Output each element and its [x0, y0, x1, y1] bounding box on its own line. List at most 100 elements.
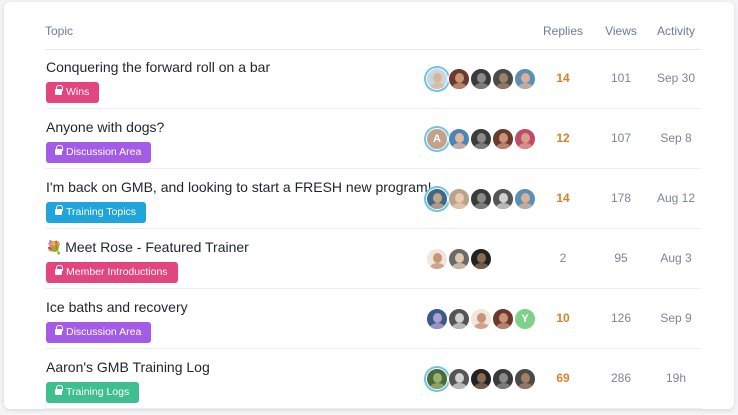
- topic-title[interactable]: Ice baths and recovery: [46, 299, 188, 315]
- avatar[interactable]: [492, 68, 514, 90]
- avatar-shoulders: [474, 203, 489, 209]
- avatar[interactable]: [426, 248, 448, 270]
- avatar-shoulders: [452, 263, 467, 269]
- avatar-shoulders: [518, 143, 533, 149]
- avatar[interactable]: [448, 188, 470, 210]
- activity-time[interactable]: Aug 3: [646, 251, 706, 265]
- avatar[interactable]: [448, 128, 470, 150]
- category-badge[interactable]: Discussion Area: [46, 142, 152, 163]
- avatar[interactable]: [492, 188, 514, 210]
- activity-time[interactable]: Sep 30: [646, 71, 706, 85]
- avatar[interactable]: [426, 68, 448, 90]
- avatar-face: [477, 73, 486, 83]
- category-badge[interactable]: Member Introductions: [46, 262, 178, 283]
- avatar-shoulders: [452, 383, 467, 389]
- avatar[interactable]: A: [426, 128, 448, 150]
- avatar-shoulders: [496, 203, 511, 209]
- topic-title[interactable]: 💐 Meet Rose - Featured Trainer: [46, 239, 249, 256]
- replies-count: 69: [556, 371, 570, 385]
- replies-count: 14: [556, 191, 570, 205]
- avatar-face: [499, 193, 508, 203]
- views-count: 107: [610, 131, 632, 145]
- avatar[interactable]: [514, 128, 536, 150]
- avatar-shoulders: [430, 263, 445, 269]
- avatar-face: [477, 253, 486, 263]
- topic-row[interactable]: 💐 Meet Rose - Featured Trainer Member Intr…: [45, 229, 701, 289]
- avatar[interactable]: [426, 308, 448, 330]
- avatar[interactable]: [470, 308, 492, 330]
- avatar-face: [521, 373, 530, 383]
- avatar-shoulders: [474, 143, 489, 149]
- topic-row[interactable]: Anyone with dogs? Discussion Area A 12 107 Se…: [45, 109, 701, 169]
- avatar[interactable]: [426, 368, 448, 390]
- avatar-shoulders: [518, 203, 533, 209]
- activity-time[interactable]: Aug 12: [646, 191, 706, 205]
- avatar[interactable]: [448, 368, 470, 390]
- topic-row[interactable]: Conquering the forward roll on a bar Wins…: [45, 49, 701, 109]
- avatar-shoulders: [452, 83, 467, 89]
- avatar-face: [477, 193, 486, 203]
- avatar-face: [499, 73, 508, 83]
- avatar[interactable]: [492, 128, 514, 150]
- avatar-face: [433, 253, 442, 263]
- topic-title-text: Conquering the forward roll on a bar: [46, 59, 271, 75]
- avatar-face: [455, 133, 464, 143]
- header-activity[interactable]: Activity: [651, 24, 701, 38]
- category-badge[interactable]: Training Topics: [46, 202, 147, 223]
- views-count: 178: [610, 191, 632, 205]
- header-topic[interactable]: Topic: [45, 24, 73, 38]
- activity-time[interactable]: Sep 8: [646, 131, 706, 145]
- avatar[interactable]: [470, 128, 492, 150]
- avatar-shoulders: [452, 143, 467, 149]
- avatar[interactable]: [492, 308, 514, 330]
- avatar[interactable]: [470, 248, 492, 270]
- avatar-face: [433, 73, 442, 83]
- topic-row[interactable]: I'm back on GMB, and looking to start a …: [45, 169, 701, 229]
- avatar[interactable]: [492, 368, 514, 390]
- topic-row[interactable]: Aaron's GMB Training Log Training Logs 69 2…: [45, 349, 701, 409]
- views-count: 126: [610, 311, 632, 325]
- avatar-shoulders: [452, 203, 467, 209]
- avatar-face: [521, 73, 530, 83]
- header-replies[interactable]: Replies: [543, 24, 583, 38]
- header-views[interactable]: Views: [601, 24, 641, 38]
- avatar[interactable]: [448, 308, 470, 330]
- avatar-face: [455, 193, 464, 203]
- avatar-shoulders: [496, 83, 511, 89]
- avatar[interactable]: [470, 188, 492, 210]
- category-badge[interactable]: Training Logs: [46, 382, 140, 403]
- avatar[interactable]: [514, 188, 536, 210]
- avatar-face: [499, 373, 508, 383]
- activity-time[interactable]: 19h: [646, 371, 706, 385]
- avatar-shoulders: [496, 383, 511, 389]
- category-label: Training Logs: [66, 386, 130, 398]
- avatar[interactable]: [514, 68, 536, 90]
- category-badge[interactable]: Wins: [46, 82, 100, 103]
- avatar[interactable]: [426, 188, 448, 210]
- topic-title[interactable]: I'm back on GMB, and looking to start a …: [46, 179, 432, 195]
- avatar-shoulders: [474, 383, 489, 389]
- topic-title[interactable]: Aaron's GMB Training Log: [46, 359, 210, 375]
- avatar-face: [433, 373, 442, 383]
- avatar[interactable]: [514, 368, 536, 390]
- category-badge[interactable]: Discussion Area: [46, 322, 152, 343]
- topic-title[interactable]: Conquering the forward roll on a bar: [46, 59, 270, 75]
- avatar-shoulders: [518, 83, 533, 89]
- topic-title-text: Aaron's GMB Training Log: [46, 359, 210, 375]
- avatar[interactable]: [470, 68, 492, 90]
- avatar-face: [477, 133, 486, 143]
- avatar[interactable]: [448, 248, 470, 270]
- category-label: Discussion Area: [66, 326, 142, 338]
- views-count: 286: [610, 371, 632, 385]
- avatar[interactable]: [470, 368, 492, 390]
- avatar[interactable]: [448, 68, 470, 90]
- topic-title[interactable]: Anyone with dogs?: [46, 119, 164, 135]
- topic-title-text: Ice baths and recovery: [46, 299, 188, 315]
- avatar-shoulders: [430, 323, 445, 329]
- avatar[interactable]: Y: [514, 308, 536, 330]
- avatar-shoulders: [474, 263, 489, 269]
- topic-row[interactable]: Ice baths and recovery Discussion Area Y 10…: [45, 289, 701, 349]
- views-count: 95: [614, 251, 628, 265]
- activity-time[interactable]: Sep 9: [646, 311, 706, 325]
- avatar-face: [521, 133, 530, 143]
